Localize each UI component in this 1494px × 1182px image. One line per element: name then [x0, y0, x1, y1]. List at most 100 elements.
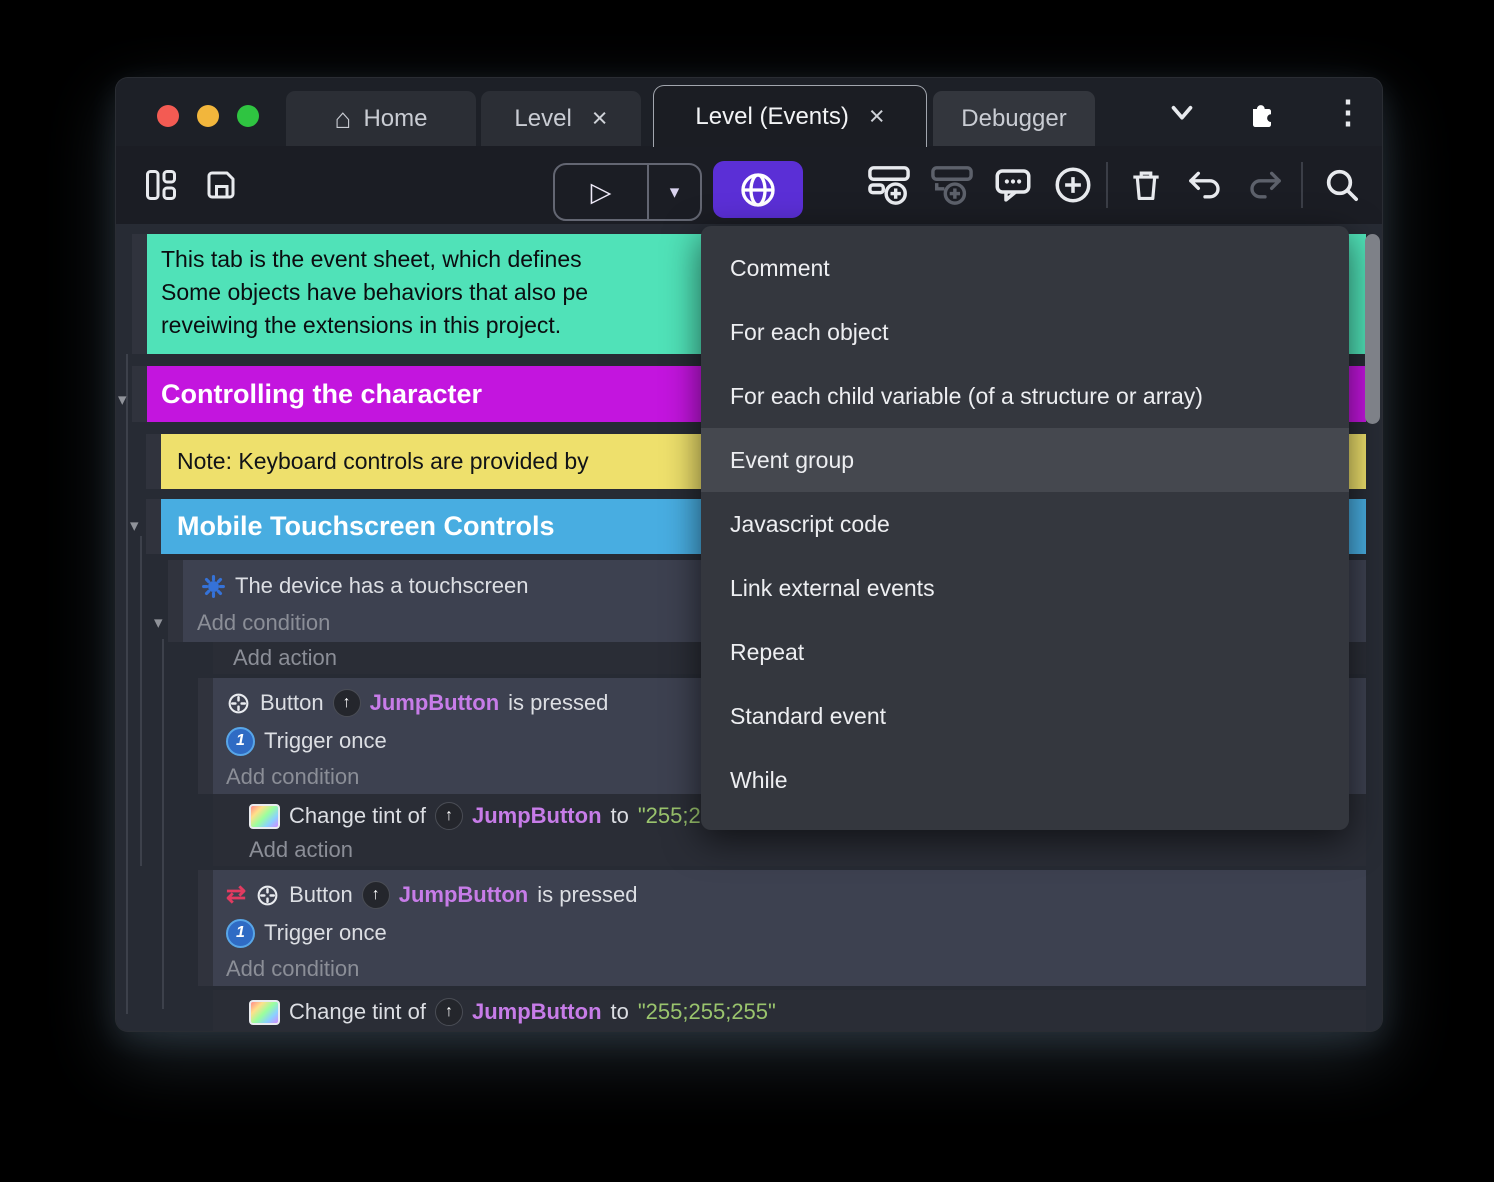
tab-list-dropdown-button[interactable]: [1162, 78, 1202, 146]
preview-options-button[interactable]: ▾: [649, 181, 700, 204]
condition-text: is pressed: [537, 882, 638, 907]
trigger-once-icon: 1: [226, 726, 255, 756]
trash-icon: [1133, 171, 1159, 201]
puzzle-icon: [1253, 105, 1271, 127]
redo-button[interactable]: [1242, 146, 1288, 224]
add-condition-link[interactable]: Add condition: [226, 952, 1366, 986]
add-action-label: Add action: [233, 645, 337, 670]
action-text: Change tint of: [289, 803, 426, 828]
delete-button[interactable]: [1124, 146, 1168, 224]
close-icon[interactable]: ×: [869, 103, 885, 130]
condition-text: Button: [289, 882, 353, 907]
kebab-icon: ⋮: [1332, 94, 1364, 130]
add-comment-button[interactable]: [989, 146, 1037, 224]
scrollbar-thumb[interactable]: [1365, 234, 1380, 424]
divider: [1301, 162, 1303, 208]
add-event-context-menu: Comment For each object For each child v…: [701, 226, 1349, 830]
indent-guide: [126, 354, 128, 1014]
event-grip[interactable]: [198, 870, 213, 986]
tab-home-label: Home: [363, 104, 428, 132]
menu-item-comment[interactable]: Comment: [701, 236, 1349, 300]
event-jumpbutton-pressed-inverted[interactable]: ⇄ Button ↑ JumpButton is pressed 1 Trigg…: [198, 870, 1366, 986]
group-title: Controlling the character: [161, 378, 483, 409]
event-grip[interactable]: [168, 560, 183, 642]
tab-level-events-label: Level (Events): [695, 102, 849, 130]
menu-item-javascript-code[interactable]: Javascript code: [701, 492, 1349, 556]
event-grip[interactable]: [132, 366, 147, 422]
condition-text: The device has a touchscreen: [235, 573, 529, 598]
menu-item-link-external-events[interactable]: Link external events: [701, 556, 1349, 620]
tab-debugger[interactable]: Debugger: [933, 91, 1095, 146]
extensions-button[interactable]: [1240, 78, 1284, 146]
action-row-tint[interactable]: Change tint of ↑ JumpButton to "255;255;…: [249, 994, 1366, 1030]
add-condition-label: Add condition: [226, 764, 360, 789]
tab-level-label: Level: [514, 104, 572, 132]
app-window: ⌂ Home Level × Level (Events) × Debugger…: [115, 77, 1383, 1032]
menu-item-for-each-object[interactable]: For each object: [701, 300, 1349, 364]
condition-row[interactable]: 1 Trigger once: [226, 914, 1366, 952]
add-subevent-icon: [931, 166, 973, 205]
play-preview-button[interactable]: ▷: [555, 177, 647, 208]
event-grip[interactable]: [146, 434, 161, 489]
add-action-link[interactable]: Add action: [249, 834, 1366, 866]
add-condition-label: Add condition: [226, 956, 360, 981]
divider: [1106, 162, 1108, 208]
more-menu-button[interactable]: ⋮: [1328, 78, 1368, 146]
collapse-arrow-icon[interactable]: ▾: [154, 614, 163, 631]
button-pad-icon: [257, 885, 278, 905]
condition-row[interactable]: ⇄ Button ↑ JumpButton is pressed: [226, 876, 1366, 914]
globe-icon: [741, 172, 775, 207]
add-action-link[interactable]: Add action: [249, 1030, 1366, 1031]
undo-button[interactable]: [1182, 146, 1228, 224]
condition-text: Trigger once: [264, 728, 387, 753]
comment-bubble-icon: [995, 169, 1031, 202]
menu-item-for-each-child-variable[interactable]: For each child variable (of a structure …: [701, 364, 1349, 428]
tint-icon: [249, 803, 280, 829]
caret-down-icon: ▾: [669, 181, 680, 203]
collapse-arrow-icon[interactable]: ▾: [130, 517, 139, 534]
tab-home[interactable]: ⌂ Home: [286, 91, 476, 146]
traffic-zoom-button[interactable]: [237, 105, 259, 127]
action-text: to: [610, 803, 629, 828]
close-icon[interactable]: ×: [592, 105, 608, 132]
condition-text: Button: [260, 690, 324, 715]
event-grip[interactable]: [198, 678, 213, 794]
invert-condition-icon: ⇄: [226, 881, 247, 908]
event-grip[interactable]: [132, 234, 147, 354]
add-subevent-button[interactable]: [927, 146, 977, 224]
note-text: Note: Keyboard controls are provided by: [177, 448, 589, 474]
play-icon: ▷: [590, 176, 612, 207]
traffic-close-button[interactable]: [157, 105, 179, 127]
menu-item-standard-event[interactable]: Standard event: [701, 684, 1349, 748]
menu-item-while[interactable]: While: [701, 748, 1349, 812]
action-text: Change tint of: [289, 999, 426, 1024]
traffic-minimize-button[interactable]: [197, 105, 219, 127]
save-icon: [207, 171, 235, 199]
condition-text: is pressed: [508, 690, 609, 715]
search-button[interactable]: [1319, 146, 1365, 224]
action-rows: Change tint of ↑ JumpButton to "255;255;…: [213, 990, 1366, 1031]
add-event-button[interactable]: [864, 146, 914, 224]
button-pad-icon: [228, 693, 249, 713]
object-thumbnail-icon: ↑: [434, 998, 463, 1026]
group-title: Mobile Touchscreen Controls: [177, 511, 555, 541]
collapse-arrow-icon[interactable]: ▾: [118, 391, 127, 408]
condition-text: Trigger once: [264, 920, 387, 945]
choose-add-button[interactable]: [1049, 146, 1097, 224]
project-manager-button[interactable]: [141, 146, 181, 224]
add-event-icon: [868, 166, 910, 205]
tab-level-events[interactable]: Level (Events) ×: [653, 85, 927, 147]
tab-debugger-label: Debugger: [961, 104, 1067, 132]
tab-level[interactable]: Level ×: [481, 91, 641, 146]
menu-item-repeat[interactable]: Repeat: [701, 620, 1349, 684]
indent-guide: [162, 639, 164, 1009]
title-bar: ⌂ Home Level × Level (Events) × Debugger…: [116, 78, 1382, 147]
menu-item-event-group[interactable]: Event group: [701, 428, 1349, 492]
save-button[interactable]: [201, 146, 241, 224]
event-grip[interactable]: [146, 499, 161, 554]
chevron-down-icon: [1171, 105, 1193, 120]
toolbar: ▷ ▾: [116, 146, 1382, 224]
add-action-label: Add action: [249, 837, 353, 862]
network-preview-button[interactable]: [713, 161, 803, 218]
preview-button-group: ▷ ▾: [553, 163, 702, 221]
